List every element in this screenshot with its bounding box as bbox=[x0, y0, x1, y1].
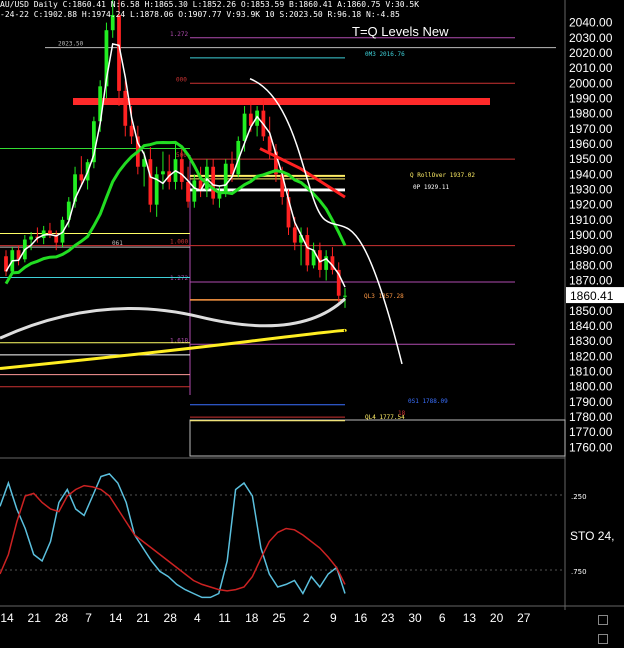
price-tick-label: 1840.00 bbox=[569, 319, 613, 333]
date-tick-label: 21 bbox=[136, 611, 150, 625]
level-label: Q RollOver 1937.02 bbox=[410, 172, 475, 179]
long-ma-line bbox=[0, 328, 347, 371]
level-label: 2023.50 bbox=[58, 41, 84, 48]
date-tick-label: 14 bbox=[0, 611, 14, 625]
price-tick-label: 2000.00 bbox=[569, 76, 613, 90]
projection-line bbox=[249, 78, 403, 365]
level-label: 061 bbox=[112, 240, 123, 247]
date-tick-label: 4 bbox=[194, 611, 201, 625]
sto-level-label: .750 bbox=[571, 568, 587, 576]
date-tick-label: 20 bbox=[490, 611, 504, 625]
price-chart: 1.2720M3 2016.762023.50000500Q RollOver … bbox=[0, 0, 624, 625]
date-tick-label: 18 bbox=[245, 611, 259, 625]
price-tick-label: 1950.00 bbox=[569, 152, 613, 166]
price-tick-label: 1960.00 bbox=[569, 137, 613, 151]
candle-body bbox=[192, 180, 197, 202]
price-tick-label: 1870.00 bbox=[569, 274, 613, 288]
header-line-1: AU/USD Daily C:1860.41 N:6.58 H:1865.30 … bbox=[0, 0, 420, 9]
date-tick-label: 27 bbox=[517, 611, 531, 625]
candle-body bbox=[223, 163, 228, 193]
candle-body bbox=[161, 171, 165, 175]
price-tick-label: 1790.00 bbox=[569, 395, 613, 409]
date-tick-label: 28 bbox=[55, 611, 69, 625]
scroll-right-icon[interactable] bbox=[598, 634, 608, 644]
price-tick-label: 2040.00 bbox=[569, 16, 613, 30]
candle-body bbox=[292, 227, 297, 243]
slow-ma-line bbox=[0, 297, 347, 340]
candle-body bbox=[242, 113, 247, 141]
price-tick-label: 1770.00 bbox=[569, 425, 613, 439]
sto-level-label: .250 bbox=[571, 493, 587, 501]
date-tick-label: 11 bbox=[218, 611, 231, 625]
date-tick-label: 7 bbox=[85, 611, 92, 625]
level-label: 1.272 bbox=[170, 31, 188, 38]
chart-title: T=Q Levels New bbox=[352, 24, 449, 39]
price-tick-label: 1970.00 bbox=[569, 122, 613, 136]
price-tick-label: 1810.00 bbox=[569, 365, 613, 379]
scroll-left-icon[interactable] bbox=[598, 615, 608, 625]
candle-body bbox=[305, 235, 310, 266]
price-tick-label: 1920.00 bbox=[569, 198, 613, 212]
price-tick-label: 1990.00 bbox=[569, 91, 613, 105]
header-line-2: -24-22 C:1902.88 H:1974.24 L:1878.06 O:1… bbox=[0, 10, 400, 19]
date-tick-label: 25 bbox=[272, 611, 286, 625]
level-label: 0P 1929.11 bbox=[413, 184, 450, 191]
date-tick-label: 14 bbox=[109, 611, 123, 625]
level-label: 0M3 2016.76 bbox=[365, 51, 405, 58]
price-tick-label: 2030.00 bbox=[569, 31, 613, 45]
level-label: 1.272 bbox=[170, 275, 188, 282]
date-tick-label: 16 bbox=[354, 611, 368, 625]
date-tick-label: 23 bbox=[381, 611, 395, 625]
price-tick-label: 2020.00 bbox=[569, 46, 613, 60]
candle-body bbox=[186, 181, 190, 202]
price-tick-label: 1900.00 bbox=[569, 228, 613, 242]
price-tick-label: 1940.00 bbox=[569, 167, 613, 181]
level-label: 000 bbox=[176, 76, 187, 83]
level-label: 18 bbox=[398, 410, 406, 417]
candle-body bbox=[148, 159, 153, 205]
candle-body bbox=[179, 159, 184, 182]
candle-body bbox=[79, 174, 84, 181]
price-tick-label: 1800.00 bbox=[569, 380, 613, 394]
date-tick-label: 28 bbox=[164, 611, 178, 625]
level-label: 1.000 bbox=[170, 239, 188, 246]
scroll-controls[interactable] bbox=[598, 610, 618, 644]
price-tick-label: 1890.00 bbox=[569, 243, 613, 257]
price-tick-label: 1850.00 bbox=[569, 304, 613, 318]
date-tick-label: 6 bbox=[439, 611, 446, 625]
candle-body bbox=[129, 125, 134, 137]
candle-body bbox=[343, 295, 347, 297]
stoch-k-line bbox=[0, 473, 346, 599]
date-tick-label: 13 bbox=[463, 611, 477, 625]
price-tick-label: 1930.00 bbox=[569, 183, 613, 197]
date-tick-label: 30 bbox=[408, 611, 422, 625]
price-tick-label: 1910.00 bbox=[569, 213, 613, 227]
candle-body bbox=[123, 90, 128, 126]
last-price-label: 1860.41 bbox=[570, 289, 614, 303]
date-tick-label: 9 bbox=[330, 611, 337, 625]
candle-body bbox=[29, 236, 33, 240]
price-tick-label: 1880.00 bbox=[569, 258, 613, 272]
price-tick-label: 1980.00 bbox=[569, 107, 613, 121]
date-tick-label: 21 bbox=[28, 611, 42, 625]
price-tick-label: 2010.00 bbox=[569, 61, 613, 75]
price-tick-label: 1820.00 bbox=[569, 349, 613, 363]
level-label: 0S1 1788.09 bbox=[408, 398, 448, 405]
price-tick-label: 1780.00 bbox=[569, 410, 613, 424]
price-tick-label: 1760.00 bbox=[569, 440, 613, 454]
sto-label: STO 24, bbox=[570, 529, 614, 543]
lower-box bbox=[189, 419, 566, 457]
price-tick-label: 1830.00 bbox=[569, 334, 613, 348]
date-tick-label: 2 bbox=[303, 611, 310, 625]
